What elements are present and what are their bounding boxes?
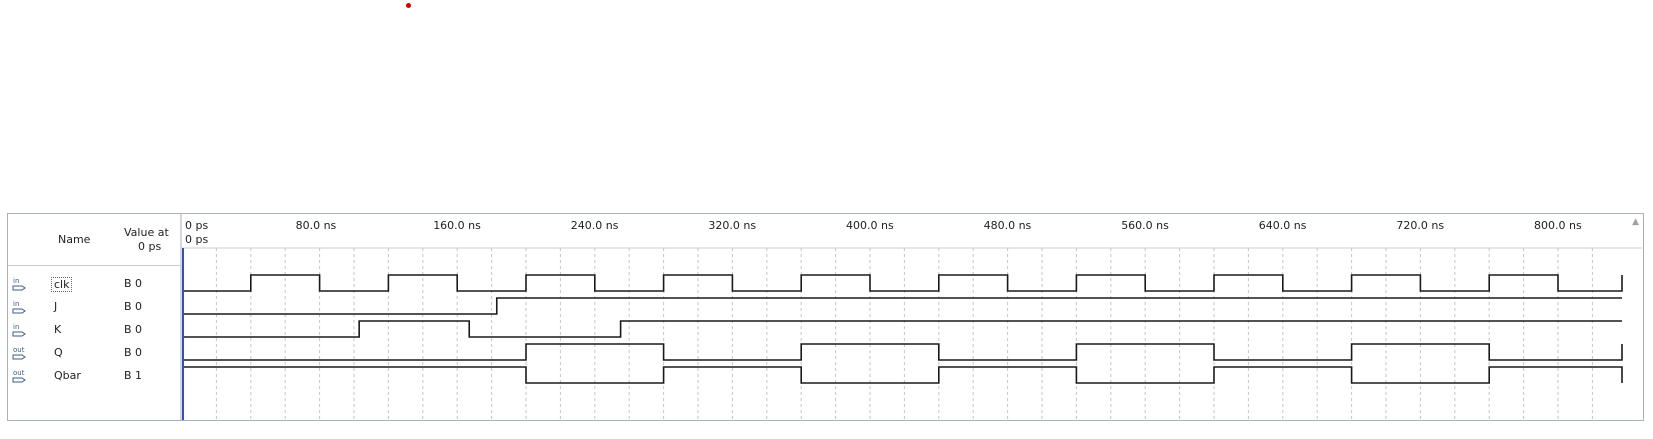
- signal-name: clk: [51, 277, 73, 292]
- output-pin-icon: out: [12, 368, 26, 383]
- time-tick-label: 800.0 ns: [1534, 219, 1582, 232]
- signal-name: Qbar: [54, 369, 81, 382]
- time-tick-label: 0 ps: [185, 219, 208, 232]
- signal-value: B 0: [124, 346, 143, 359]
- signal-value: B 0: [124, 300, 143, 313]
- time-tick-label: 560.0 ns: [1121, 219, 1169, 232]
- waveform-area[interactable]: 0 ps 80.0 ns 160.0 ns 240.0 ns 320.0 ns 400.0…: [182, 214, 1642, 420]
- value-column-header-time: 0 ps: [138, 240, 162, 253]
- signal-value: B 0: [124, 323, 143, 336]
- waveform-j: [182, 297, 1622, 315]
- signal-value: B 1: [124, 369, 143, 382]
- output-pin-icon: out: [12, 345, 26, 360]
- svg-text:out: out: [13, 346, 25, 354]
- svg-text:out: out: [13, 369, 25, 377]
- waveform-k: [182, 320, 1622, 338]
- signal-name: Q: [54, 346, 63, 359]
- cursor-time-label: 0 ps: [185, 233, 208, 246]
- svg-text:in: in: [13, 323, 19, 331]
- time-tick-label: 320.0 ns: [708, 219, 756, 232]
- time-tick-label: 400.0 ns: [846, 219, 894, 232]
- signal-name: J: [54, 300, 58, 313]
- waveform-qbar: [182, 366, 1623, 384]
- value-column-header: Value at: [124, 226, 169, 239]
- signal-name: K: [54, 323, 62, 336]
- input-pin-icon: in: [12, 299, 26, 314]
- time-tick-label: 640.0 ns: [1259, 219, 1307, 232]
- waveform-viewer-panel: Name Value at 0 ps in clk B 0 in J B 0 in K B 0o…: [7, 213, 1644, 421]
- time-tick-label: 720.0 ns: [1396, 219, 1444, 232]
- waveform-q: [182, 343, 1623, 361]
- time-tick-label: 80.0 ns: [296, 219, 337, 232]
- time-tick-label: 240.0 ns: [571, 219, 619, 232]
- header-divider: [8, 265, 181, 266]
- signal-row-j[interactable]: in J B 0: [8, 295, 180, 319]
- svg-text:in: in: [13, 277, 19, 285]
- signal-value: B 0: [124, 277, 143, 290]
- signal-row-qbar[interactable]: out Qbar B 1: [8, 364, 180, 388]
- input-pin-icon: in: [12, 276, 26, 291]
- name-column-header: Name: [58, 233, 91, 246]
- waveform-clk: [182, 274, 1623, 292]
- signal-row-clk[interactable]: in clk B 0: [8, 272, 180, 296]
- red-dot-marker: [406, 3, 411, 8]
- svg-text:in: in: [13, 300, 19, 308]
- signal-row-q[interactable]: out Q B 0: [8, 341, 180, 365]
- time-tick-label: 480.0 ns: [984, 219, 1032, 232]
- input-pin-icon: in: [12, 322, 26, 337]
- scroll-up-icon[interactable]: ▲: [1632, 217, 1639, 227]
- signal-row-k[interactable]: in K B 0: [8, 318, 180, 342]
- time-tick-label: 160.0 ns: [433, 219, 481, 232]
